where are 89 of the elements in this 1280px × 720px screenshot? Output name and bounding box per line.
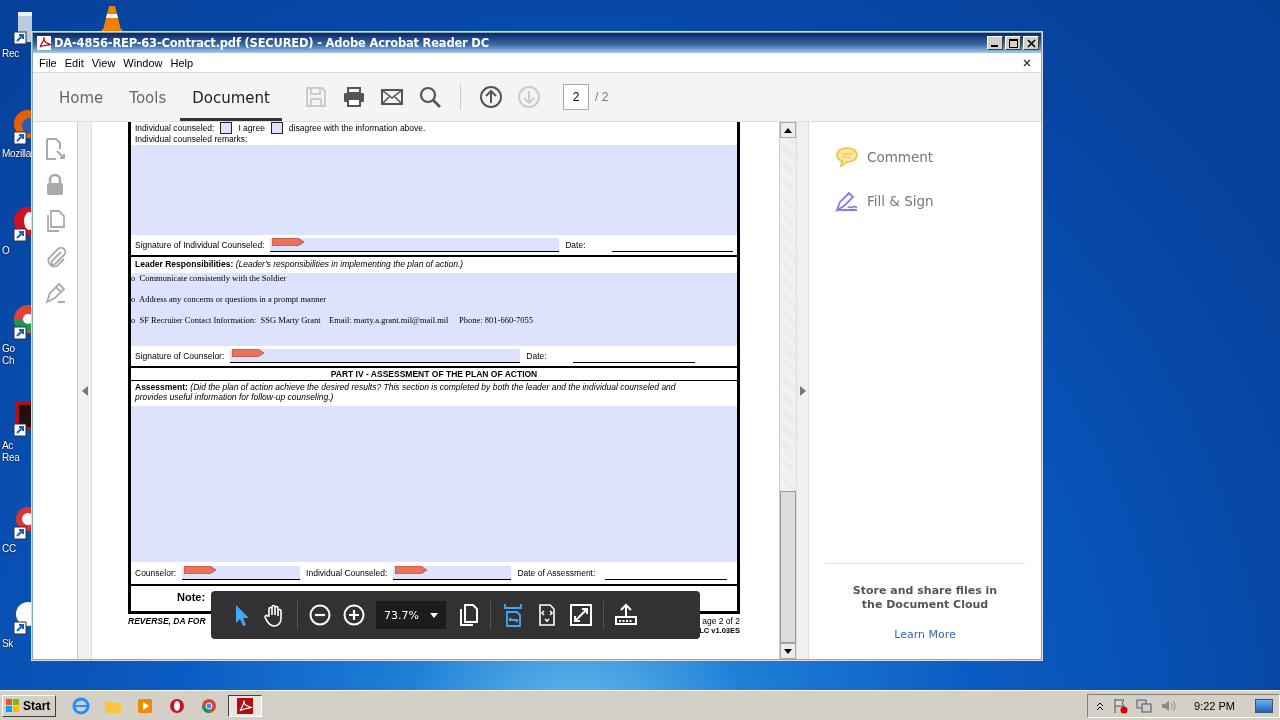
scroll-up-icon[interactable] bbox=[784, 127, 792, 133]
tool-item[interactable]: Fill & Sign bbox=[825, 190, 1025, 212]
close-button[interactable] bbox=[1023, 36, 1039, 50]
responsibilities-field[interactable] bbox=[131, 273, 737, 346]
field-label: Individual counseled remarks: bbox=[134, 134, 249, 145]
checkbox-label: I agree bbox=[238, 123, 265, 133]
assessment-field[interactable] bbox=[131, 406, 737, 562]
maximize-button[interactable] bbox=[1005, 36, 1021, 50]
fit-width-icon[interactable] bbox=[501, 603, 525, 627]
desktop-icon-label: Mozilla bbox=[1, 148, 32, 160]
expand-icon[interactable] bbox=[569, 603, 593, 627]
page-count-text: age 2 of 2 bbox=[702, 616, 740, 626]
scrollbar[interactable] bbox=[779, 122, 796, 659]
field-label: Individual Counseled: bbox=[306, 568, 388, 578]
field-label: Signature of Counselor: bbox=[135, 351, 225, 361]
start-button[interactable]: Start bbox=[2, 694, 57, 717]
section-heading: Leader Responsibilities: (Leader's responsibilities in implementing the plan of action.) bbox=[134, 258, 465, 271]
desktop-icon-label: Ch bbox=[1, 355, 15, 367]
sign-here-icon bbox=[232, 349, 265, 357]
note-label: Note: bbox=[176, 590, 207, 605]
desktop-icon-label: Sk bbox=[1, 638, 14, 650]
show-desktop-button[interactable] bbox=[1255, 698, 1273, 713]
field-label: Individual counseled: bbox=[135, 123, 215, 133]
checkbox[interactable] bbox=[270, 122, 283, 134]
clock[interactable]: 9:22 PM bbox=[1194, 699, 1235, 712]
speech-bubble-icon bbox=[835, 146, 859, 168]
sign-here-icon bbox=[272, 238, 305, 246]
pdf-icon bbox=[37, 36, 51, 50]
windows-logo-icon bbox=[6, 699, 20, 712]
menu-item[interactable]: View bbox=[89, 56, 122, 69]
tool-item[interactable]: Comment bbox=[825, 146, 1025, 168]
menu-item[interactable]: Window bbox=[121, 56, 169, 69]
list-item-text: o Communicate consistently with the Soldier bbox=[131, 273, 288, 285]
close-icon[interactable] bbox=[1023, 58, 1031, 67]
tab[interactable]: Tools bbox=[117, 73, 179, 121]
chevron-up-icon[interactable] bbox=[1096, 701, 1105, 710]
signature-field[interactable] bbox=[270, 238, 560, 252]
maximize-icon bbox=[1008, 38, 1018, 48]
section-description: Assessment: (Did the plan of action achieve the desired results? This section is completed by both the leader and the individual counseled and provides useful information for follow-up counseling.) bbox=[134, 381, 677, 404]
desktop-icon-label: O bbox=[1, 245, 10, 257]
field-label: Signature of Individual Counseled: bbox=[135, 240, 265, 250]
print-icon[interactable] bbox=[341, 85, 366, 109]
page-number-field[interactable]: 2 bbox=[562, 84, 589, 110]
sign-here-icon bbox=[184, 566, 217, 574]
pen-icon bbox=[835, 190, 859, 212]
promo-text: Store and share files in the Document Cloud bbox=[825, 563, 1025, 620]
upload-icon[interactable] bbox=[614, 603, 638, 627]
signature-field[interactable] bbox=[182, 566, 301, 580]
form-footer-text: REVERSE, DA FOR bbox=[128, 616, 206, 628]
sign-here-icon bbox=[395, 566, 428, 574]
checkbox-label: disagree with the information above. bbox=[288, 123, 426, 133]
zoom-dropdown[interactable]: 73.7% bbox=[376, 601, 446, 629]
traffic-cone-icon[interactable] bbox=[102, 6, 122, 32]
learn-more-link[interactable]: Learn More bbox=[894, 628, 956, 641]
checkbox[interactable] bbox=[220, 122, 233, 134]
paperclip-icon[interactable] bbox=[44, 246, 66, 268]
field-label: Counselor: bbox=[135, 568, 177, 578]
close-icon bbox=[1026, 38, 1036, 48]
scroll-down-icon[interactable] bbox=[784, 648, 792, 654]
list-item-text: o SF Recruiter Contact Information: SSG Marty Grant Email: marty.a.grant.mil@mail.mil Phone: 801-660-7055 bbox=[131, 315, 534, 327]
flag-icon[interactable] bbox=[1112, 697, 1129, 714]
desktop-icon-label: Ac bbox=[1, 440, 14, 452]
signature-field[interactable] bbox=[230, 349, 521, 363]
section-heading: PART IV - ASSESSMENT OF THE PLAN OF ACTION bbox=[131, 368, 737, 381]
window-title: DA-4856-REP-63-Contract.pdf (SECURED) - Adobe Acrobat Reader DC bbox=[54, 36, 490, 50]
desktop-icon-label: Rec bbox=[1, 48, 19, 60]
page-total: / 2 bbox=[594, 90, 609, 104]
list-item-text: o Address any concerns or questions in a prompt manner bbox=[131, 294, 327, 306]
network-icon[interactable] bbox=[1136, 697, 1153, 714]
menu-item[interactable]: Help bbox=[168, 56, 200, 69]
zoom-in-icon[interactable] bbox=[342, 603, 366, 627]
desktop-icon-label: Rea bbox=[1, 452, 20, 464]
field-label: Date of Assessment: bbox=[517, 568, 596, 578]
collapse-arrow-icon[interactable] bbox=[81, 385, 88, 396]
desktop-icon-label: CC bbox=[1, 543, 16, 555]
menu-item[interactable]: Edit bbox=[62, 56, 90, 69]
expand-arrow-icon[interactable] bbox=[799, 385, 806, 396]
tab[interactable]: Home bbox=[47, 73, 116, 121]
field-label: Date: bbox=[526, 351, 547, 361]
field-label: Date: bbox=[565, 240, 586, 250]
pdf-app-icon[interactable] bbox=[228, 694, 263, 717]
menu-item[interactable]: File bbox=[37, 56, 63, 69]
minimize-button[interactable] bbox=[987, 36, 1003, 50]
search-icon[interactable] bbox=[417, 85, 442, 109]
caret-icon bbox=[430, 612, 438, 618]
signature-field[interactable] bbox=[393, 566, 512, 580]
zoom-out-icon[interactable] bbox=[308, 603, 332, 627]
remarks-field[interactable] bbox=[131, 145, 737, 235]
desktop-icon-label: Go bbox=[1, 343, 15, 355]
